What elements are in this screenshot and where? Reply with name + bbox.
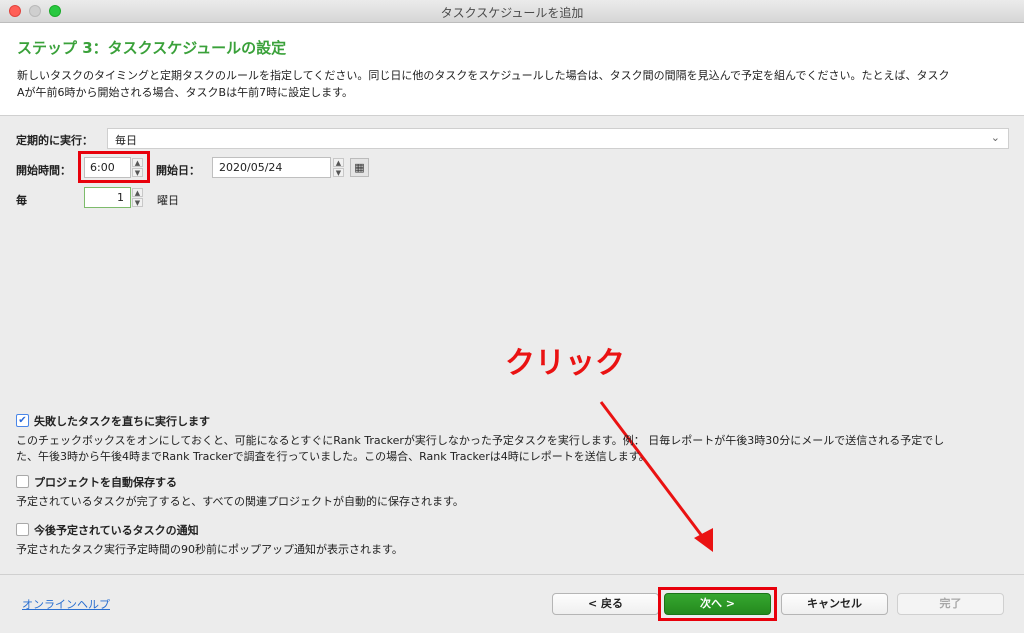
option-label: 失敗したタスクを直ちに実行します <box>34 415 210 428</box>
annotation-arrow-icon <box>599 401 713 552</box>
option-description-line: た、午後3時から午後4時までRank Trackerで調査を行っていました。この… <box>16 450 650 463</box>
online-help-link[interactable]: オンラインヘルプ <box>22 596 110 612</box>
checkbox-notify-upcoming[interactable] <box>16 523 29 536</box>
finish-button: 完了 <box>897 593 1004 615</box>
option-description: 予定されているタスクが完了すると、すべての関連プロジェクトが自動的に保存されます… <box>16 495 464 508</box>
cancel-button[interactable]: キャンセル <box>781 593 888 615</box>
footer-divider <box>0 574 1024 575</box>
option-description: このチェックボックスをオンにしておくと、可能になるとすぐにRank Tracke… <box>16 433 1011 465</box>
option-description: 予定されたタスク実行予定時間の90秒前にポップアップ通知が表示されます。 <box>16 543 403 556</box>
highlight-box-next <box>658 587 777 621</box>
dialog-window: タスクスケジュールを追加 ステップ 3：タスクスケジュールの設定 新しいタスクの… <box>0 0 1024 633</box>
back-button[interactable]: < 戻る <box>552 593 659 615</box>
checkbox-run-missed[interactable]: ✔ <box>16 414 29 427</box>
checkbox-auto-save[interactable] <box>16 475 29 488</box>
option-label: 今後予定されているタスクの通知 <box>34 524 199 537</box>
option-description-line: このチェックボックスをオンにしておくと、可能になるとすぐにRank Tracke… <box>16 434 945 447</box>
option-label: プロジェクトを自動保存する <box>34 476 177 489</box>
